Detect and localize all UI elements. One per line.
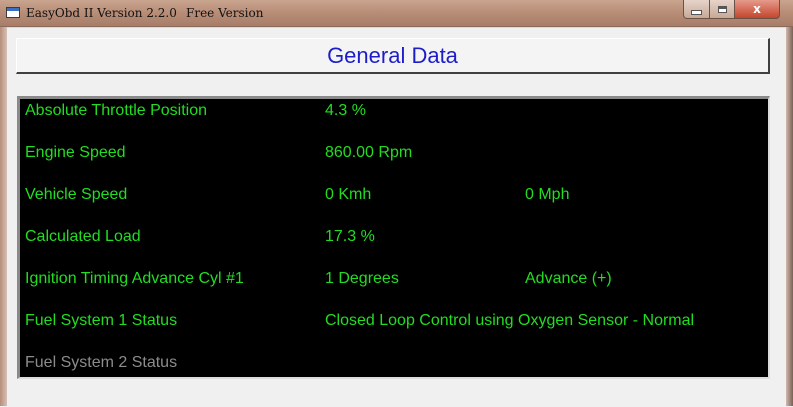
window-title: EasyObd II Version 2.2.0	[26, 6, 177, 20]
window-client-area: General Data Absolute Throttle Position …	[7, 27, 786, 407]
row-value: 860.00 Rpm	[325, 144, 413, 161]
minimize-button[interactable]	[683, 0, 710, 19]
row-value: Closed Loop Control using Oxygen Sensor …	[325, 312, 695, 329]
row-value: 4.3 %	[325, 102, 366, 119]
maximize-icon	[717, 5, 727, 13]
row-label: Absolute Throttle Position	[25, 102, 208, 119]
general-data-panel: Absolute Throttle Position 4.3 % Engine …	[17, 96, 770, 379]
window-icon[interactable]	[6, 7, 20, 18]
data-row-fuel-system-2: Fuel System 2 Status	[20, 354, 768, 376]
close-icon: x	[753, 2, 761, 16]
row-label: Fuel System 2 Status	[25, 354, 178, 371]
data-row-calculated-load: Calculated Load 17.3 %	[20, 228, 768, 250]
edition-label: Free Version	[186, 6, 264, 20]
row-label: Fuel System 1 Status	[25, 312, 178, 329]
row-label: Vehicle Speed	[25, 186, 128, 203]
row-value: 1 Degrees	[325, 270, 399, 287]
maximize-button[interactable]	[709, 0, 735, 19]
window-titlebar[interactable]: EasyObd II Version 2.2.0 Free Version x	[0, 0, 793, 27]
row-label: Engine Speed	[25, 144, 126, 161]
section-header: General Data	[16, 38, 770, 74]
data-row-vehicle-speed: Vehicle Speed 0 Kmh 0 Mph	[20, 186, 768, 208]
data-row-ignition-timing: Ignition Timing Advance Cyl #1 1 Degrees…	[20, 270, 768, 292]
data-row-fuel-system-1: Fuel System 1 Status Closed Loop Control…	[20, 312, 768, 334]
window-border-right	[786, 27, 793, 406]
bottom-panel	[7, 384, 786, 407]
row-value: 17.3 %	[325, 228, 375, 245]
row-label: Ignition Timing Advance Cyl #1	[25, 270, 244, 287]
minimize-icon	[691, 9, 702, 15]
page-title: General Data	[327, 42, 458, 68]
window-border-left	[0, 27, 7, 406]
data-row-engine-speed: Engine Speed 860.00 Rpm	[20, 144, 768, 166]
row-extra: Advance (+)	[525, 270, 612, 287]
row-extra: 0 Mph	[525, 186, 570, 203]
data-row-throttle: Absolute Throttle Position 4.3 %	[20, 102, 768, 124]
row-value: 0 Kmh	[325, 186, 372, 203]
row-label: Calculated Load	[25, 228, 141, 245]
close-button[interactable]: x	[734, 0, 780, 19]
